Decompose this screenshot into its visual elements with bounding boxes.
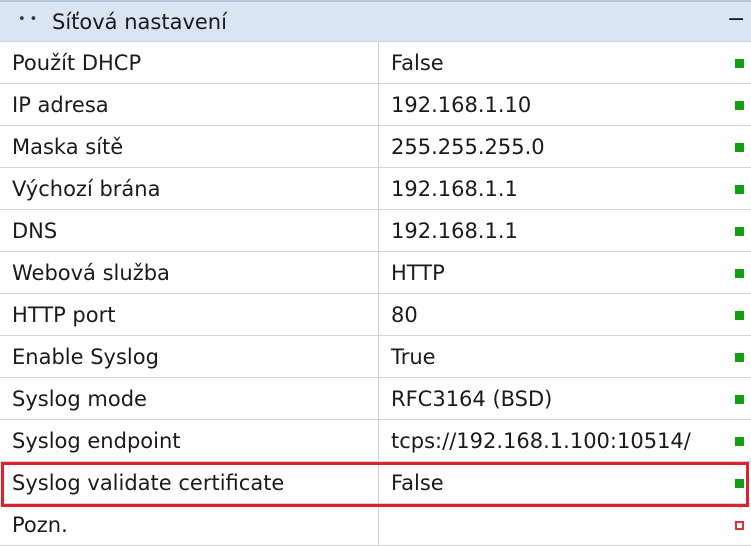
property-value[interactable] bbox=[379, 504, 731, 546]
property-name: IP adresa bbox=[0, 84, 379, 126]
property-name: Syslog validate certificate bbox=[0, 462, 379, 504]
property-value[interactable]: RFC3164 (BSD) bbox=[379, 378, 731, 420]
status-indicator bbox=[735, 353, 744, 362]
status-indicator bbox=[735, 227, 744, 236]
property-row[interactable]: Syslog endpoint tcps://192.168.1.100:105… bbox=[0, 420, 751, 462]
property-value[interactable]: True bbox=[379, 336, 731, 378]
section-header[interactable]: •• Síťová nastavení − bbox=[0, 0, 751, 42]
section-title: Síťová nastavení bbox=[52, 10, 227, 34]
property-name: Enable Syslog bbox=[0, 336, 379, 378]
property-row[interactable]: Enable Syslog True bbox=[0, 336, 751, 378]
status-indicator bbox=[735, 437, 744, 446]
grip-icon: •• bbox=[18, 12, 42, 27]
property-value[interactable]: tcps://192.168.1.100:10514/ bbox=[379, 420, 731, 462]
property-row[interactable]: Maska sítě 255.255.255.0 bbox=[0, 126, 751, 168]
property-row[interactable]: HTTP port 80 bbox=[0, 294, 751, 336]
property-name: Syslog endpoint bbox=[0, 420, 379, 462]
property-name: Použít DHCP bbox=[0, 42, 379, 84]
property-value[interactable]: 255.255.255.0 bbox=[379, 126, 731, 168]
property-value[interactable]: HTTP bbox=[379, 252, 731, 294]
status-indicator bbox=[735, 101, 744, 110]
property-row[interactable]: Webová služba HTTP bbox=[0, 252, 751, 294]
property-row[interactable]: Použít DHCP False bbox=[0, 42, 751, 84]
property-row-highlighted[interactable]: Syslog validate certificate False bbox=[0, 462, 751, 504]
property-value[interactable]: 192.168.1.1 bbox=[379, 210, 731, 252]
property-value[interactable]: 192.168.1.10 bbox=[379, 84, 731, 126]
property-name: DNS bbox=[0, 210, 379, 252]
status-indicator bbox=[735, 143, 744, 152]
property-value[interactable]: False bbox=[379, 462, 731, 504]
status-indicator bbox=[735, 269, 744, 278]
property-value[interactable]: 80 bbox=[379, 294, 731, 336]
status-indicator bbox=[735, 59, 744, 68]
property-value[interactable]: 192.168.1.1 bbox=[379, 168, 731, 210]
property-name: Syslog mode bbox=[0, 378, 379, 420]
property-row[interactable]: Výchozí brána 192.168.1.1 bbox=[0, 168, 751, 210]
property-value[interactable]: False bbox=[379, 42, 731, 84]
status-indicator bbox=[735, 479, 744, 488]
status-indicator bbox=[735, 395, 744, 404]
property-grid: •• Síťová nastavení − Použít DHCP False … bbox=[0, 0, 751, 546]
property-row[interactable]: Pozn. bbox=[0, 504, 751, 546]
status-indicator-empty bbox=[735, 521, 744, 530]
property-name: HTTP port bbox=[0, 294, 379, 336]
property-name: Maska sítě bbox=[0, 126, 379, 168]
status-indicator bbox=[735, 311, 744, 320]
collapse-icon[interactable]: − bbox=[727, 7, 745, 32]
status-indicator bbox=[735, 185, 744, 194]
property-name: Webová služba bbox=[0, 252, 379, 294]
property-row[interactable]: IP adresa 192.168.1.10 bbox=[0, 84, 751, 126]
property-name: Pozn. bbox=[0, 504, 379, 546]
property-row[interactable]: Syslog mode RFC3164 (BSD) bbox=[0, 378, 751, 420]
property-row[interactable]: DNS 192.168.1.1 bbox=[0, 210, 751, 252]
property-name: Výchozí brána bbox=[0, 168, 379, 210]
